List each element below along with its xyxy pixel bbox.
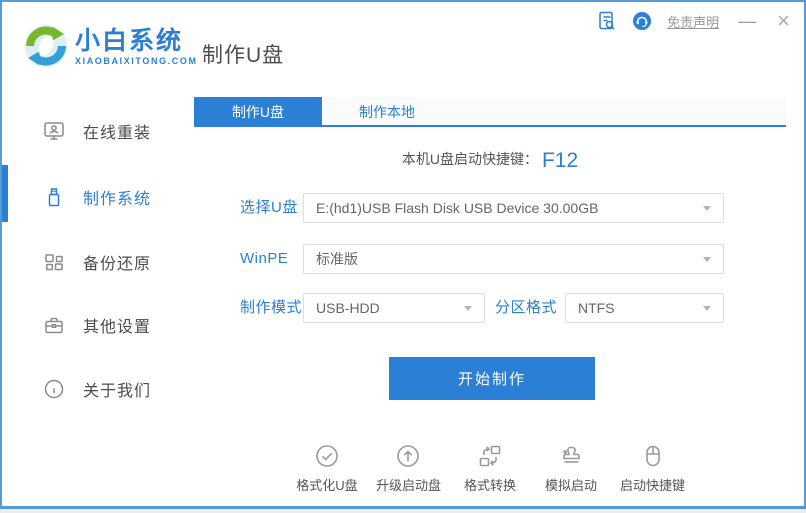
make-mode-value: USB-HDD — [316, 294, 380, 322]
chevron-down-icon — [703, 206, 711, 211]
winpe-dropdown[interactable]: 标准版 — [303, 244, 724, 274]
sidebar-item-label: 关于我们 — [83, 377, 151, 401]
toolbox-icon — [43, 314, 65, 336]
boot-hotkey-value: F12 — [542, 149, 578, 172]
partition-format-label: 分区格式 — [495, 299, 557, 317]
usb-drive-icon — [43, 186, 65, 208]
tab-make-local[interactable]: 制作本地 — [322, 97, 452, 127]
sidebar-item-other-settings[interactable]: 其他设置 — [43, 313, 151, 337]
tool-label: 模拟启动 — [545, 475, 597, 494]
sidebar-item-label: 制作系统 — [83, 185, 151, 209]
app-domain: XIAOBAIXITONG.COM — [75, 56, 198, 66]
winpe-label: WinPE — [240, 250, 288, 268]
footer-toolbar: 格式化U盘 升级启动盘 格式转换 — [194, 443, 786, 494]
customer-service-icon[interactable] — [632, 11, 652, 31]
sidebar-item-about-us[interactable]: 关于我们 — [43, 377, 151, 401]
sidebar-item-make-system[interactable]: 制作系统 — [43, 185, 151, 209]
tool-format-convert[interactable]: 格式转换 — [458, 443, 522, 494]
tool-label: 升级启动盘 — [376, 475, 441, 494]
chevron-down-icon — [703, 306, 711, 311]
partition-format-dropdown[interactable]: NTFS — [565, 293, 724, 323]
tool-format-usb[interactable]: 格式化U盘 — [295, 443, 359, 494]
tab-make-usb[interactable]: 制作U盘 — [194, 97, 322, 127]
tabstrip: 制作U盘 制作本地 — [194, 97, 786, 127]
disclaimer-link[interactable]: 免责声明 — [667, 12, 719, 31]
winpe-value: 标准版 — [316, 245, 358, 273]
tool-label: 启动快捷键 — [620, 475, 685, 494]
simulate-boot-icon — [558, 443, 584, 469]
sidebar-item-label: 备份还原 — [83, 250, 151, 274]
close-button[interactable]: × — [775, 12, 792, 30]
boot-hotkey-label: 本机U盘启动快捷键： — [402, 151, 538, 167]
backup-restore-icon — [43, 251, 65, 273]
boot-hotkey-icon — [640, 443, 666, 469]
upgrade-boot-icon — [395, 443, 421, 469]
usb-select-dropdown[interactable]: E:(hd1)USB Flash Disk USB Device 30.00GB — [303, 193, 724, 223]
app-name: 小白系统 — [75, 28, 198, 54]
sidebar-item-label: 在线重装 — [83, 119, 151, 143]
page-title: 制作U盘 — [202, 39, 284, 69]
tool-boot-hotkey[interactable]: 启动快捷键 — [620, 443, 685, 494]
app-logo-icon — [23, 23, 69, 69]
sidebar-item-label: 其他设置 — [83, 313, 151, 337]
make-mode-dropdown[interactable]: USB-HDD — [303, 293, 485, 323]
chevron-down-icon — [464, 306, 472, 311]
usb-select-label: 选择U盘 — [240, 199, 298, 217]
computer-reinstall-icon — [43, 120, 65, 142]
app-window: 小白系统 XIAOBAIXITONG.COM 制作U盘 免责声明 — × — [0, 0, 806, 509]
tool-upgrade-boot[interactable]: 升级启动盘 — [376, 443, 441, 494]
minimize-button[interactable]: — — [734, 12, 760, 30]
disclaimer-doc-icon[interactable] — [597, 11, 617, 31]
chevron-down-icon — [703, 257, 711, 262]
format-usb-icon — [314, 443, 340, 469]
sidebar-item-online-reinstall[interactable]: 在线重装 — [43, 119, 151, 143]
boot-hotkey-line: 本机U盘启动快捷键：F12 — [194, 149, 786, 173]
usb-select-value: E:(hd1)USB Flash Disk USB Device 30.00GB — [316, 194, 598, 222]
tool-label: 格式化U盘 — [296, 475, 357, 494]
titlebar-controls: 免责声明 — × — [597, 8, 792, 34]
tool-simulate-boot[interactable]: 模拟启动 — [539, 443, 603, 494]
partition-format-value: NTFS — [578, 294, 615, 322]
sidebar-item-backup-restore[interactable]: 备份还原 — [43, 250, 151, 274]
format-convert-icon — [477, 443, 503, 469]
make-mode-label: 制作模式 — [240, 299, 302, 317]
tool-label: 格式转换 — [464, 475, 516, 494]
sidebar-active-indicator — [2, 165, 8, 222]
start-make-button[interactable]: 开始制作 — [389, 357, 595, 400]
app-logo-text: 小白系统 XIAOBAIXITONG.COM — [75, 28, 198, 66]
info-icon — [43, 378, 65, 400]
